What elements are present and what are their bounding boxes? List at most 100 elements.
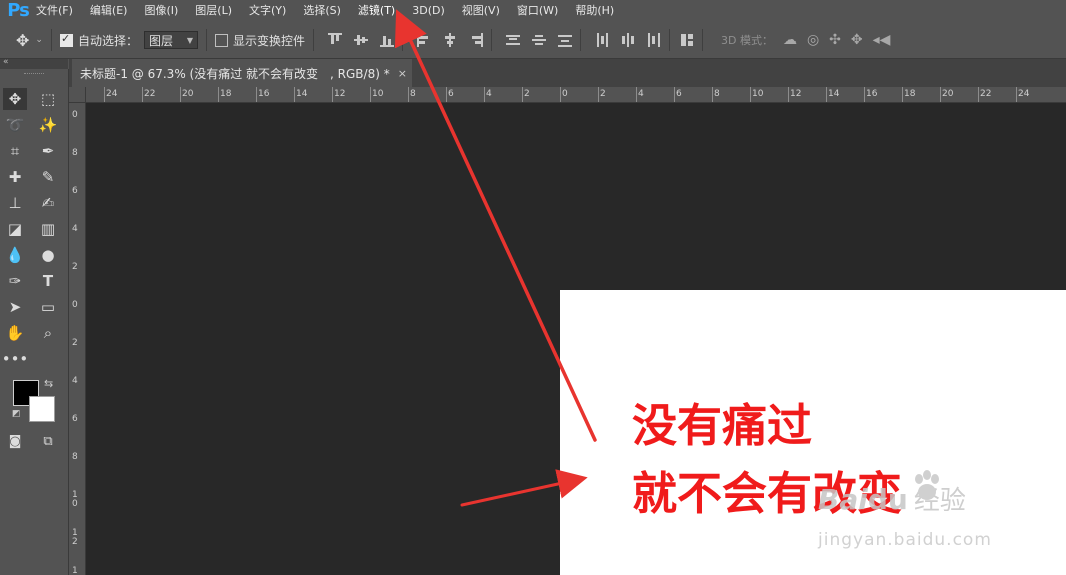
ruler-tick-label: 18 xyxy=(904,89,916,99)
menu-image[interactable]: 图像(I) xyxy=(144,2,178,18)
distribute-left-icon[interactable] xyxy=(595,33,609,47)
menu-edit[interactable]: 编辑(E) xyxy=(90,2,128,18)
dodge-tool-icon[interactable]: ● xyxy=(36,244,60,266)
collapse-panel-icon[interactable]: « xyxy=(3,57,9,67)
watermark-brand: Bai xyxy=(818,483,868,516)
divider xyxy=(701,29,703,51)
distribute-vcenter-icon[interactable] xyxy=(531,33,546,47)
lasso-tool-icon[interactable]: ➰ xyxy=(3,114,27,136)
align-top-icon[interactable] xyxy=(327,33,342,47)
baidu-paw-icon xyxy=(915,470,939,500)
ruler-tick-label: 2 xyxy=(72,262,78,272)
ruler-tick-label: 6 xyxy=(448,89,454,99)
background-color-swatch[interactable] xyxy=(29,396,55,422)
ruler-tick-label: 24 xyxy=(1018,89,1030,99)
ruler-tick-mark xyxy=(636,87,637,102)
menu-window[interactable]: 窗口(W) xyxy=(517,2,558,18)
ruler-tick-label: 6 xyxy=(72,414,78,424)
rectangle-tool-icon[interactable]: ▭ xyxy=(36,296,60,318)
history-brush-icon[interactable]: ✍ xyxy=(36,192,60,214)
watermark: Baidu 经验 jingyan.baidu.com xyxy=(818,470,991,550)
crop-tool-icon[interactable]: ⌗ xyxy=(3,140,27,162)
3d-roll-icon[interactable]: ◎ xyxy=(807,32,819,48)
tool-preset-chevron-down-icon[interactable]: ⌄ xyxy=(35,35,43,45)
type-tool-icon[interactable]: T xyxy=(36,270,60,292)
ruler-tick-mark xyxy=(750,87,751,102)
menu-layer[interactable]: 图层(L) xyxy=(195,2,232,18)
distribute-top-icon[interactable] xyxy=(505,33,520,47)
vertical-ruler[interactable]: 0 8 6 4 2 0 2 4 6 8 1 0 1 2 1 4 xyxy=(69,103,86,575)
marquee-tool-icon[interactable]: ⬚ xyxy=(36,88,60,110)
swap-colors-icon[interactable]: ⇆ xyxy=(44,377,53,390)
menu-filter[interactable]: 滤镜(T) xyxy=(358,2,395,18)
eyedropper-icon[interactable]: ✒ xyxy=(36,140,60,162)
menu-help[interactable]: 帮助(H) xyxy=(575,2,614,18)
options-bar: ✥ ⌄ 自动选择： 图层 ▼ 显示变换控件 3D 模式： ☁ ◎ ✣ ✥ ◂◀ xyxy=(0,22,1066,59)
pen-tool-icon[interactable]: ✑ xyxy=(3,270,27,292)
move-tool-icon[interactable]: ✥ xyxy=(16,31,29,50)
align-buttons xyxy=(327,33,394,47)
3d-slide-icon[interactable]: ✥ xyxy=(851,32,863,48)
menu-select[interactable]: 选择(S) xyxy=(303,2,341,18)
align-right-icon[interactable] xyxy=(469,33,483,47)
brush-tool-icon[interactable]: ✎ xyxy=(36,166,60,188)
show-transform-checkbox[interactable] xyxy=(214,33,228,47)
path-selection-icon[interactable]: ➤ xyxy=(3,296,27,318)
menu-type[interactable]: 文字(Y) xyxy=(249,2,286,18)
align-hcenter-icon[interactable] xyxy=(443,33,457,47)
ruler-tick-label: 8 xyxy=(72,148,78,158)
distribute-hcenter-icon[interactable] xyxy=(621,33,635,47)
align-left-icon[interactable] xyxy=(416,33,431,47)
hand-tool-icon[interactable]: ✋ xyxy=(3,322,27,344)
magic-wand-icon[interactable]: ✨ xyxy=(36,114,60,136)
distribute-bottom-icon[interactable] xyxy=(557,33,572,47)
watermark-url: jingyan.baidu.com xyxy=(818,530,992,550)
move-tool-icon[interactable]: ✥ xyxy=(3,88,27,110)
menu-3d[interactable]: 3D(D) xyxy=(412,4,445,17)
ruler-origin[interactable] xyxy=(69,87,86,103)
more-tools-icon[interactable]: ••• xyxy=(2,348,29,370)
ruler-tick-mark xyxy=(256,87,257,102)
quick-mask-icon[interactable]: ◙ xyxy=(3,430,27,452)
ruler-tick-mark xyxy=(902,87,903,102)
ruler-tick-label: 6 xyxy=(72,186,78,196)
document-tab[interactable]: 未标题-1 @ 67.3% (没有痛过 就不会有改变 , RGB/8) * × xyxy=(72,59,412,87)
auto-select-checkbox[interactable] xyxy=(59,32,73,47)
text-layer-line1[interactable]: 没有痛过 xyxy=(632,389,812,454)
align-vcenter-icon[interactable] xyxy=(353,33,368,47)
clone-stamp-icon[interactable]: ⊥ xyxy=(3,192,27,214)
ruler-tick-mark xyxy=(180,87,181,102)
ruler-tick-label: 4 xyxy=(72,224,78,234)
3d-pan-icon[interactable]: ✣ xyxy=(829,32,841,48)
divider xyxy=(668,29,670,51)
distribute-right-icon[interactable] xyxy=(647,33,661,47)
divider xyxy=(490,29,492,51)
horizontal-ruler[interactable]: 24 22 20 18 16 14 12 10 8 6 4 2 0 2 4 6 8 10 12 14 16 18 20 22 2… xyxy=(86,87,1066,103)
zoom-tool-icon[interactable]: ⌕ xyxy=(36,322,60,344)
gradient-tool-icon[interactable]: ▥ xyxy=(36,218,60,240)
menu-view[interactable]: 视图(V) xyxy=(462,2,500,18)
canvas-area[interactable]: 没有痛过 就不会有改变 Baidu 经验 jingyan.baidu.com xyxy=(86,103,1066,575)
3d-orbit-icon[interactable]: ☁ xyxy=(783,32,797,48)
close-icon[interactable]: × xyxy=(398,67,407,80)
ruler-tick-label: 22 xyxy=(980,89,992,99)
auto-select-target-dropdown[interactable]: 图层 ▼ xyxy=(143,31,198,49)
ruler-tick-mark xyxy=(940,87,941,102)
3d-scale-icon[interactable]: ◂◀ xyxy=(873,32,891,48)
ruler-tick-label: 0 xyxy=(72,110,78,120)
healing-brush-icon[interactable]: ✚ xyxy=(3,166,27,188)
align-bottom-icon[interactable] xyxy=(379,33,394,47)
menu-bar: Ps 文件(F) 编辑(E) 图像(I) 图层(L) 文字(Y) 选择(S) 滤… xyxy=(0,0,1066,21)
blur-tool-icon[interactable]: 💧 xyxy=(3,244,27,266)
auto-align-layers-icon[interactable] xyxy=(680,33,694,47)
toolbox-grip[interactable] xyxy=(24,73,44,77)
eraser-icon[interactable]: ◪ xyxy=(3,218,27,240)
ruler-tick-mark xyxy=(370,87,371,102)
document-canvas[interactable]: 没有痛过 就不会有改变 Baidu 经验 jingyan.baidu.com xyxy=(560,290,1066,575)
default-colors-icon[interactable]: ◩ xyxy=(12,409,21,419)
menu-file[interactable]: 文件(F) xyxy=(36,2,73,18)
ruler-tick-label: 10 xyxy=(752,89,764,99)
ruler-tick-label: 1 2 xyxy=(72,528,78,547)
screen-mode-icon[interactable]: ⧉ xyxy=(36,430,60,452)
ruler-tick-label: 16 xyxy=(866,89,878,99)
